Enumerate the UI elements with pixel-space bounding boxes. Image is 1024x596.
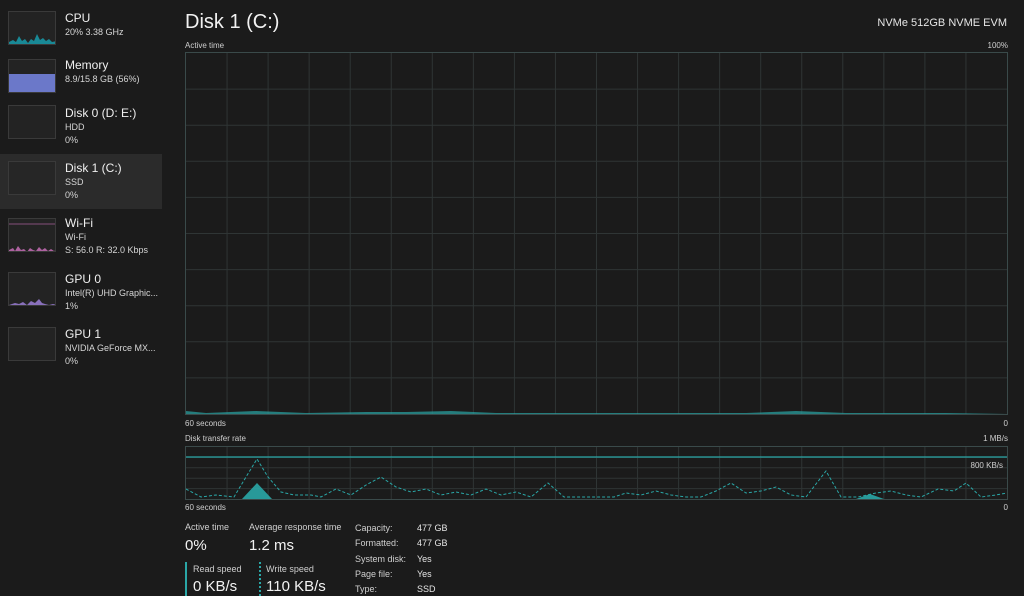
transfer-timespan: 60 seconds [185, 503, 226, 512]
property-system-disk-key: System disk: [355, 554, 407, 564]
transfer-min: 0 [1003, 503, 1008, 512]
property-type-key: Type: [355, 584, 378, 594]
sidebar-item-gpu0[interactable]: GPU 0 Intel(R) UHD Graphic... 1% [0, 268, 162, 323]
active-time-graph-label: Active time [185, 41, 225, 50]
property-system-disk-value: Yes [417, 554, 432, 564]
transfer-graph-label: Disk transfer rate [185, 434, 246, 443]
transfer-graph-max: 1 MB/s [983, 434, 1008, 443]
active-time-plot [186, 53, 1007, 414]
sidebar-item-title: Wi-Fi [65, 216, 93, 230]
sidebar-item-title: GPU 0 [65, 272, 102, 286]
sidebar-item-title: GPU 1 [65, 327, 102, 341]
active-time-graph [185, 52, 1008, 415]
sidebar-item-usage: 1% [65, 301, 79, 311]
sidebar-item-title: CPU [65, 11, 91, 25]
response-time-value: 1.2 ms [249, 537, 295, 554]
sidebar-item-title: Memory [65, 58, 109, 72]
property-type-value: SSD [417, 584, 436, 594]
write-speed-indicator [259, 562, 261, 596]
property-formatted-value: 477 GB [417, 538, 448, 548]
sidebar-item-wifi[interactable]: Wi-Fi Wi-Fi S: 56.0 R: 32.0 Kbps [0, 212, 162, 267]
sidebar-item-detail: NVIDIA GeForce MX... [65, 343, 156, 353]
active-time-stat-label: Active time [185, 522, 230, 532]
sidebar-item-disk1[interactable]: Disk 1 (C:) SSD 0% [0, 154, 162, 209]
write-speed-label: Write speed [266, 564, 314, 574]
sidebar-item-title: Disk 1 (C:) [65, 161, 122, 175]
sidebar-item-cpu[interactable]: CPU 20% 3.38 GHz [0, 5, 162, 60]
active-time-graph-max: 100% [987, 41, 1008, 50]
page-title: Disk 1 (C:) [185, 11, 280, 33]
sidebar-item-throughput: S: 56.0 R: 32.0 Kbps [65, 245, 149, 255]
memory-thumbnail [8, 59, 56, 93]
wifi-thumbnail [8, 218, 56, 252]
sidebar-item-usage: 0% [65, 135, 79, 145]
property-capacity-value: 477 GB [417, 523, 448, 533]
sidebar-item-usage: 0% [65, 356, 79, 366]
active-time-timespan: 60 seconds [185, 419, 226, 428]
read-speed-trace [242, 483, 272, 499]
gpu1-thumbnail [8, 327, 56, 361]
cpu-thumbnail [8, 11, 56, 45]
disk0-thumbnail [8, 105, 56, 139]
active-time-stat-value: 0% [185, 537, 207, 554]
gpu0-thumbnail [8, 272, 56, 306]
transfer-reference-line-label: 800 KB/s [970, 461, 1003, 470]
read-speed-label: Read speed [193, 564, 242, 574]
sidebar-item-detail: Intel(R) UHD Graphic... [65, 288, 159, 298]
sidebar-item-disk0[interactable]: Disk 0 (D: E:) HDD 0% [0, 101, 162, 156]
transfer-rate-plot [186, 447, 1007, 499]
sidebar-item-title: Disk 0 (D: E:) [65, 106, 137, 120]
disk1-thumbnail [8, 161, 56, 195]
active-time-min: 0 [1003, 419, 1008, 428]
memory-fill [9, 74, 55, 92]
read-speed-indicator [185, 562, 187, 596]
sidebar: CPU 20% 3.38 GHz Memory 8.9/15.8 GB (56%… [0, 0, 166, 596]
property-page-file-value: Yes [417, 569, 432, 579]
sidebar-item-detail: SSD [65, 177, 84, 187]
sidebar-item-detail: HDD [65, 122, 85, 132]
sidebar-item-detail: 20% 3.38 GHz [65, 27, 124, 37]
property-capacity-key: Capacity: [355, 523, 393, 533]
disk-model: NVMe 512GB NVME EVM [877, 17, 1007, 29]
property-formatted-key: Formatted: [355, 538, 399, 548]
transfer-rate-graph: 800 KB/s [185, 446, 1008, 500]
sidebar-item-detail: Wi-Fi [65, 232, 86, 242]
write-speed-value: 110 KB/s [266, 578, 326, 595]
read-speed-value: 0 KB/s [193, 578, 238, 595]
sidebar-item-gpu1[interactable]: GPU 1 NVIDIA GeForce MX... 0% [0, 324, 162, 379]
response-time-label: Average response time [249, 522, 342, 532]
property-page-file-key: Page file: [355, 569, 393, 579]
sidebar-item-detail: 8.9/15.8 GB (56%) [65, 74, 140, 84]
sidebar-item-usage: 0% [65, 190, 79, 200]
